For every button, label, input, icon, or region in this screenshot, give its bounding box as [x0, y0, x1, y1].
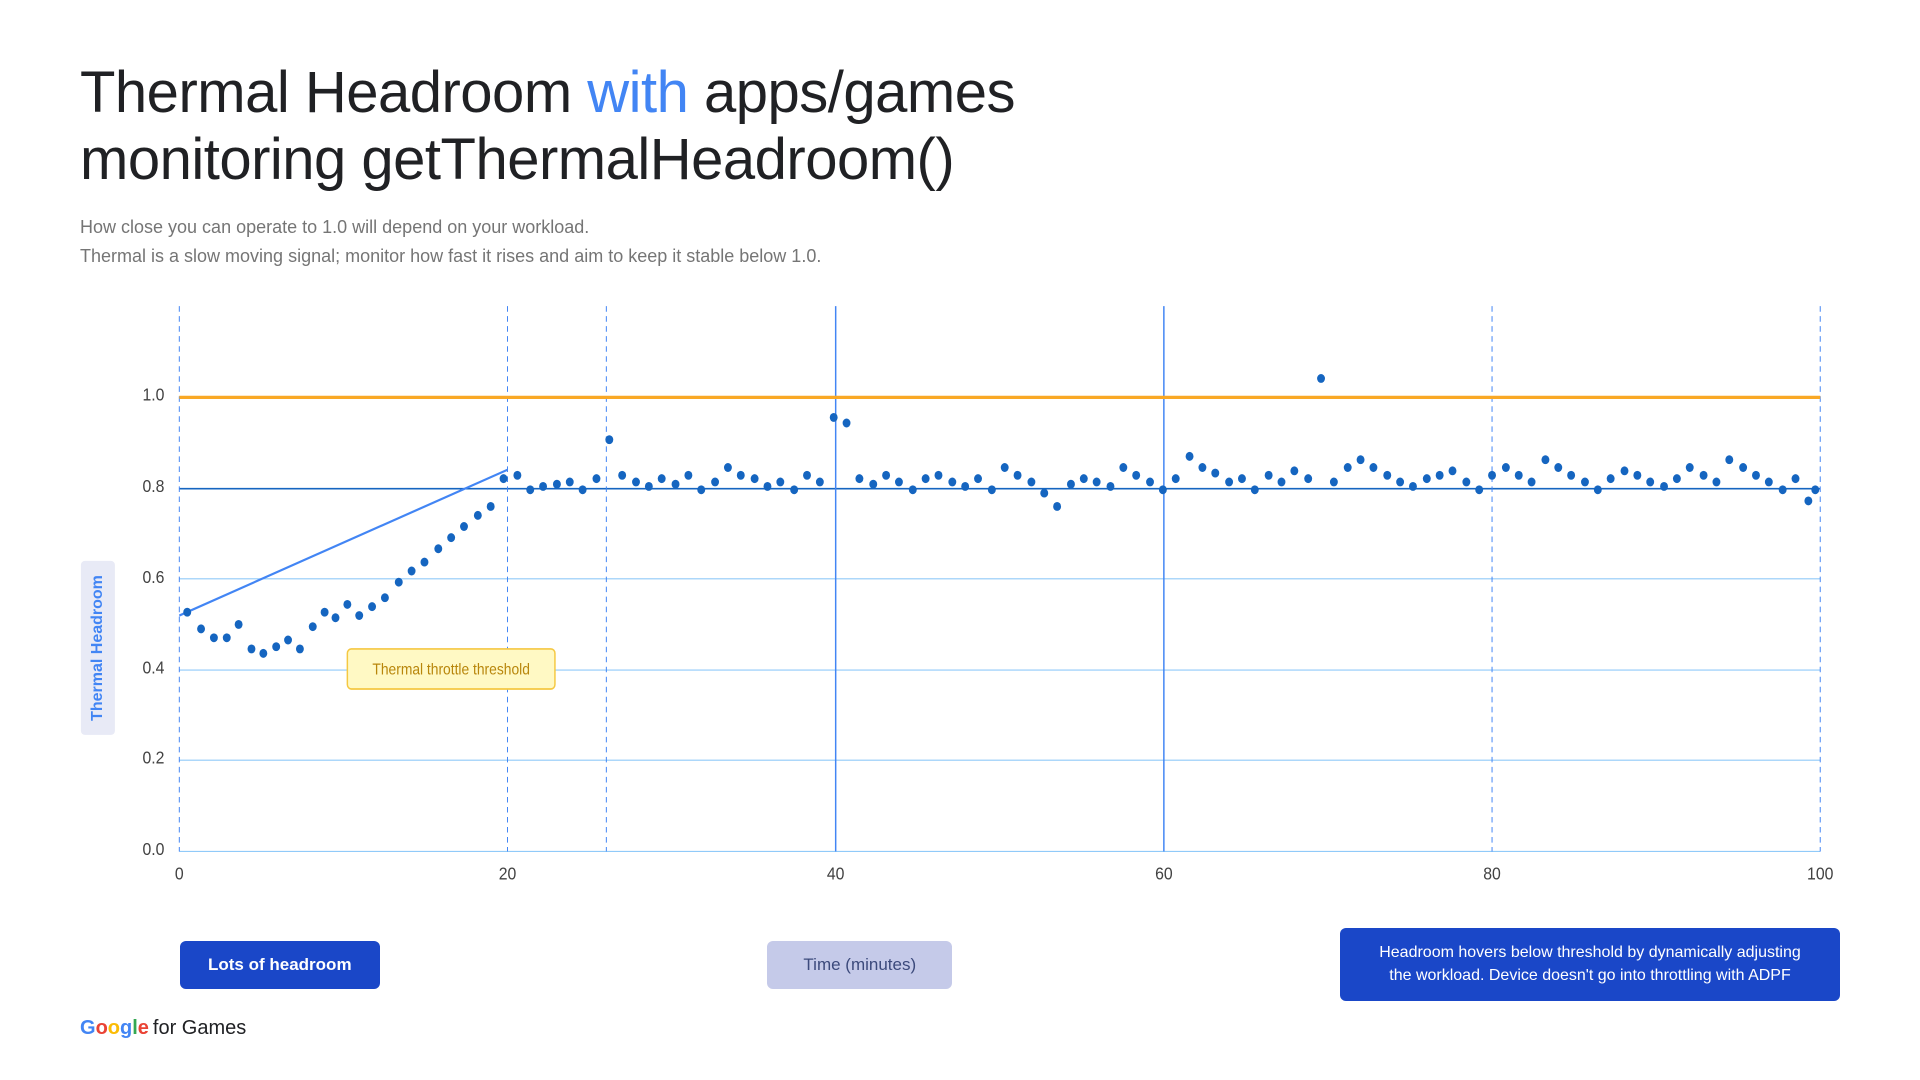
- page-container: Thermal Headroom with apps/games monitor…: [0, 0, 1920, 1080]
- subtitle-line2: Thermal is a slow moving signal; monitor…: [80, 246, 821, 266]
- y-axis-label-container: Thermal Headroom: [80, 295, 116, 1001]
- svg-text:100: 100: [1807, 863, 1833, 883]
- svg-text:Thermal throttle threshold: Thermal throttle threshold: [372, 662, 530, 679]
- svg-text:80: 80: [1483, 863, 1501, 883]
- google-logo: Googlefor Games: [80, 1017, 1840, 1040]
- y-axis-label: Thermal Headroom: [81, 561, 115, 735]
- svg-text:1.0: 1.0: [143, 385, 165, 405]
- time-minutes-label: Time (minutes): [767, 941, 952, 989]
- page-title: Thermal Headroom with apps/games monitor…: [80, 60, 1840, 193]
- svg-text:60: 60: [1155, 863, 1173, 883]
- svg-text:0: 0: [175, 863, 184, 883]
- title-highlight: with: [587, 60, 688, 125]
- title-part2: apps/games: [688, 60, 1015, 125]
- svg-text:20: 20: [499, 863, 517, 883]
- chart-bottom-row: Lots of headroom Time (minutes) Headroom…: [120, 928, 1840, 1001]
- title-part1: Thermal Headroom: [80, 60, 587, 125]
- subtitle-block: How close you can operate to 1.0 will de…: [80, 213, 1840, 271]
- title-block: Thermal Headroom with apps/games monitor…: [80, 60, 1840, 193]
- google-letter-e: e: [138, 1017, 149, 1040]
- subtitle-line1: How close you can operate to 1.0 will de…: [80, 217, 589, 237]
- svg-text:40: 40: [827, 863, 845, 883]
- title-line2: monitoring getThermalHeadroom(): [80, 127, 954, 192]
- google-letter-o2: o: [108, 1017, 120, 1040]
- google-letter-o1: o: [96, 1017, 108, 1040]
- svg-text:0.6: 0.6: [143, 567, 165, 587]
- google-letter-g2: g: [120, 1017, 132, 1040]
- svg-text:0.8: 0.8: [143, 476, 165, 496]
- chart-wrapper: Thermal Headroom: [80, 295, 1840, 1001]
- google-letter-g: G: [80, 1017, 96, 1040]
- adpf-description-label: Headroom hovers below threshold by dynam…: [1340, 928, 1840, 1001]
- chart-inner: 1.0 0.8 0.6 0.4 0.2 0.0 0 20 40 60 80 10…: [120, 295, 1840, 1001]
- lots-of-headroom-label: Lots of headroom: [180, 941, 380, 989]
- chart-area: Thermal Headroom: [80, 295, 1840, 1040]
- svg-text:0.0: 0.0: [143, 839, 165, 859]
- svg-text:0.4: 0.4: [143, 658, 165, 678]
- svg-text:0.2: 0.2: [143, 748, 165, 768]
- chart-svg: 1.0 0.8 0.6 0.4 0.2 0.0 0 20 40 60 80 10…: [120, 295, 1840, 918]
- subtitle: How close you can operate to 1.0 will de…: [80, 213, 1840, 271]
- google-for-games-text: for Games: [153, 1017, 246, 1040]
- bottom-labels: Lots of headroom Time (minutes) Headroom…: [180, 928, 1840, 1001]
